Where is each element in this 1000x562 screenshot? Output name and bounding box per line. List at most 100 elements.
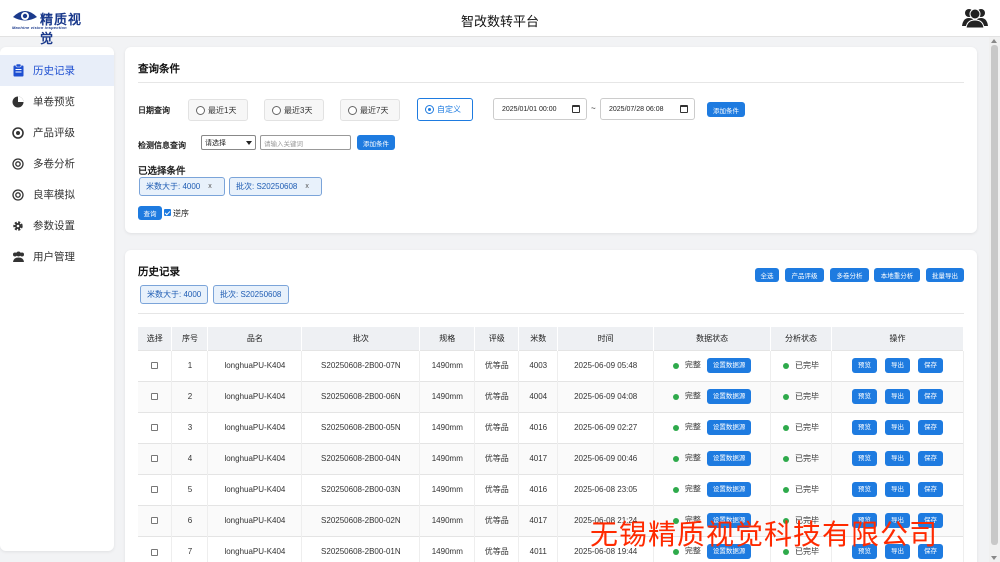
- analysis-status-text: 已完毕: [795, 423, 820, 432]
- cell-data-status: 完整 设置数据源: [653, 349, 772, 381]
- top-bar: 精质视觉 Machine vision inspection 智改数转平台: [0, 0, 1000, 46]
- cell-meters: 4016: [518, 473, 559, 505]
- export-button[interactable]: 导出: [885, 482, 910, 497]
- preview-button[interactable]: 预览: [852, 451, 877, 466]
- scroll-up-icon[interactable]: [991, 39, 997, 43]
- tag-label: 批次: S20250608: [236, 182, 298, 191]
- cell-meters: 4017: [518, 504, 559, 536]
- radio-custom[interactable]: 自定义: [417, 98, 473, 121]
- export-button[interactable]: 导出: [885, 358, 910, 373]
- target-icon: [11, 188, 25, 202]
- row-checkbox[interactable]: [151, 548, 159, 556]
- sidebar-item-product-rating[interactable]: 产品评级: [0, 117, 114, 148]
- table-row: 1 longhuaPU-K404 S20250608-2B00-07N 1490mm 优…: [138, 349, 964, 381]
- col-header-name: 品名: [207, 327, 303, 350]
- cell-grade: 优等品: [474, 535, 520, 562]
- set-data-source-button[interactable]: 设置数据源: [706, 389, 752, 404]
- target-icon: [11, 157, 25, 171]
- sidebar-item-history[interactable]: 历史记录: [0, 55, 114, 86]
- analysis-status-text: 已完毕: [795, 485, 820, 494]
- set-data-source-button[interactable]: 设置数据源: [706, 420, 752, 435]
- radio-last-3-days[interactable]: 最近3天: [264, 99, 324, 121]
- status-dot-icon: [783, 393, 790, 400]
- cell-spec: 1490mm: [419, 349, 476, 381]
- radio-label: 最近3天: [284, 105, 313, 115]
- set-data-source-button[interactable]: 设置数据源: [706, 482, 752, 497]
- field-select[interactable]: 请选择: [201, 135, 256, 150]
- sidebar-item-settings[interactable]: 参数设置: [0, 210, 114, 241]
- row-checkbox[interactable]: [151, 393, 159, 401]
- save-button[interactable]: 保存: [918, 420, 943, 435]
- target-icon: [11, 126, 25, 140]
- keyword-input[interactable]: 请输入关键词: [260, 135, 351, 150]
- cell-batch: S20250608-2B00-07N: [301, 349, 421, 381]
- end-date-input[interactable]: 2025/07/28 06:08: [600, 98, 695, 120]
- row-checkbox[interactable]: [151, 362, 159, 370]
- reverse-order-checkbox[interactable]: [164, 209, 171, 216]
- cell-analysis-status: 已完毕: [770, 411, 832, 443]
- set-data-source-button[interactable]: 设置数据源: [706, 451, 752, 466]
- table-row: 5 longhuaPU-K404 S20250608-2B00-03N 1490mm 优…: [138, 473, 964, 505]
- cell-meters: 4017: [518, 442, 559, 474]
- sidebar-item-yield-sim[interactable]: 良率模拟: [0, 179, 114, 210]
- scroll-down-icon[interactable]: [991, 556, 997, 560]
- cell-name: longhuaPU-K404: [207, 535, 303, 562]
- sidebar-item-multi-analysis[interactable]: 多卷分析: [0, 148, 114, 179]
- data-status-text: 完整: [684, 422, 701, 432]
- search-button[interactable]: 查询: [138, 206, 162, 220]
- cell-name: longhuaPU-K404: [207, 504, 303, 536]
- select-value: 请选择: [205, 139, 226, 147]
- sidebar-item-single-preview[interactable]: 单卷预览: [0, 86, 114, 117]
- col-header-spec: 规格: [419, 327, 476, 350]
- row-checkbox[interactable]: [151, 455, 159, 463]
- status-dot-icon: [672, 424, 679, 431]
- cell-spec: 1490mm: [419, 380, 476, 412]
- batch-export-button[interactable]: 批量导出: [926, 268, 964, 282]
- cell-grade: 优等品: [474, 442, 520, 474]
- history-title: 历史记录: [138, 266, 180, 278]
- table-row: 3 longhuaPU-K404 S20250608-2B00-05N 1490mm 优…: [138, 411, 964, 443]
- scroll-thumb[interactable]: [991, 45, 998, 545]
- radio-last-1-day[interactable]: 最近1天: [188, 99, 248, 121]
- preview-button[interactable]: 预览: [852, 389, 877, 404]
- row-checkbox[interactable]: [151, 517, 159, 525]
- export-button[interactable]: 导出: [885, 451, 910, 466]
- close-icon[interactable]: x: [208, 183, 212, 190]
- add-condition-button[interactable]: 添加条件: [707, 102, 745, 117]
- cell-spec: 1490mm: [419, 504, 476, 536]
- local-reanalysis-button[interactable]: 本地重分析: [874, 268, 920, 282]
- cell-meters: 4016: [518, 411, 559, 443]
- page-scrollbar[interactable]: [989, 37, 1000, 562]
- preview-button[interactable]: 预览: [852, 420, 877, 435]
- export-button[interactable]: 导出: [885, 389, 910, 404]
- cell-actions: 预览 导出 保存: [831, 473, 964, 505]
- set-data-source-button[interactable]: 设置数据源: [706, 358, 752, 373]
- row-checkbox[interactable]: [151, 486, 159, 494]
- preview-button[interactable]: 预览: [852, 482, 877, 497]
- radio-last-7-days[interactable]: 最近7天: [340, 99, 400, 121]
- history-filter-tag: 批次: S20250608: [213, 285, 289, 304]
- preview-button[interactable]: 预览: [852, 358, 877, 373]
- cell-select: [138, 349, 173, 381]
- row-checkbox[interactable]: [151, 424, 159, 432]
- export-button[interactable]: 导出: [885, 420, 910, 435]
- cell-select: [138, 411, 173, 443]
- save-button[interactable]: 保存: [918, 389, 943, 404]
- close-icon[interactable]: x: [305, 183, 309, 190]
- analysis-status-text: 已完毕: [795, 361, 820, 370]
- product-rating-button[interactable]: 产品评级: [785, 268, 824, 282]
- save-button[interactable]: 保存: [918, 358, 943, 373]
- users-icon[interactable]: [962, 6, 988, 30]
- tag-label: 米数大于: 4000: [147, 290, 202, 299]
- select-all-button[interactable]: 全选: [755, 268, 779, 282]
- add-condition-button-2[interactable]: 添加条件: [357, 135, 395, 150]
- cell-actions: 预览 导出 保存: [831, 411, 964, 443]
- multi-analysis-button[interactable]: 多卷分析: [830, 268, 869, 282]
- company-watermark: 无锡精质视觉科技有限公司: [590, 520, 939, 551]
- sidebar-item-users[interactable]: 用户管理: [0, 241, 114, 272]
- end-date-value: 2025/07/28 06:08: [609, 105, 664, 113]
- start-date-input[interactable]: 2025/01/01 00:00: [493, 98, 587, 120]
- save-button[interactable]: 保存: [918, 451, 943, 466]
- save-button[interactable]: 保存: [918, 482, 943, 497]
- radio-label: 自定义: [437, 105, 461, 114]
